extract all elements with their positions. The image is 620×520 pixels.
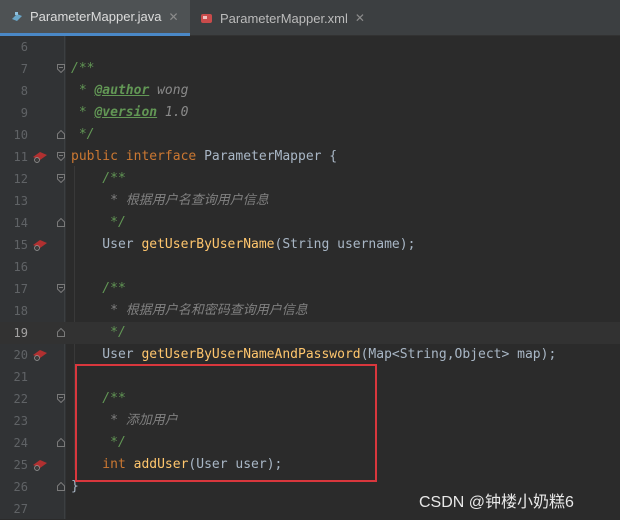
code-text: */ — [71, 215, 126, 230]
line-number: 7 — [20, 62, 28, 76]
line-number: 9 — [20, 106, 28, 120]
line-number: 11 — [13, 150, 28, 164]
code-text: */ — [71, 127, 95, 142]
annotation-highlight-box — [75, 364, 377, 482]
fold-icon[interactable] — [57, 174, 65, 183]
code-line[interactable]: 10 */ — [0, 124, 620, 146]
code-text: /** — [71, 281, 126, 296]
line-number: 14 — [13, 216, 28, 230]
code-line[interactable]: 20 User getUserByUserNameAndPassword(Map… — [0, 344, 620, 366]
code-line-current[interactable]: 19 */ — [0, 322, 620, 344]
code-line[interactable]: 7 /** — [0, 58, 620, 80]
mybatis-navigate-icon[interactable] — [32, 150, 48, 164]
line-number: 6 — [20, 40, 28, 54]
line-number: 25 — [13, 458, 28, 472]
fold-icon[interactable] — [57, 394, 65, 403]
code-line[interactable]: 17 /** — [0, 278, 620, 300]
code-text: * 根据用户名和密码查询用户信息 — [71, 303, 308, 318]
close-icon[interactable]: ✕ — [169, 10, 179, 24]
xml-mapper-icon — [201, 14, 212, 23]
fold-icon[interactable] — [57, 482, 65, 491]
mybatis-navigate-icon[interactable] — [32, 458, 48, 472]
code-line[interactable]: 12 /** — [0, 168, 620, 190]
code-line[interactable]: 9 * @version 1.0 — [0, 102, 620, 124]
code-text: public interface ParameterMapper { — [71, 149, 338, 164]
fold-icon[interactable] — [57, 218, 65, 227]
line-number: 27 — [13, 502, 28, 516]
line-number: 19 — [13, 326, 28, 340]
fold-icon[interactable] — [57, 152, 65, 161]
code-line[interactable]: 11 public interface ParameterMapper { — [0, 146, 620, 168]
code-text: * 根据用户名查询用户信息 — [71, 193, 269, 208]
code-line[interactable]: 13 * 根据用户名查询用户信息 — [0, 190, 620, 212]
watermark: CSDN @钟楼小奶糕6 — [419, 494, 574, 511]
fold-icon[interactable] — [57, 64, 65, 73]
mybatis-navigate-icon[interactable] — [32, 348, 48, 362]
fold-icon[interactable] — [57, 284, 65, 293]
code-text: */ — [71, 325, 126, 340]
line-number: 20 — [13, 348, 28, 362]
tab-label: ParameterMapper.xml — [220, 10, 348, 26]
code-text: User getUserByUserNameAndPassword(Map<St… — [71, 347, 557, 362]
line-number: 22 — [13, 392, 28, 406]
mybatis-navigate-icon[interactable] — [32, 238, 48, 252]
line-number: 12 — [13, 172, 28, 186]
code-line[interactable]: 14 */ — [0, 212, 620, 234]
tab-parametermapper-java[interactable]: ParameterMapper.java ✕ — [0, 0, 190, 36]
code-line[interactable]: 6 — [0, 36, 620, 58]
java-interface-icon — [12, 11, 22, 21]
code-line[interactable]: 16 — [0, 256, 620, 278]
code-line[interactable]: 15 User getUserByUserName(String usernam… — [0, 234, 620, 256]
line-number: 8 — [20, 84, 28, 98]
tab-label: ParameterMapper.java — [30, 9, 162, 24]
line-number: 23 — [13, 414, 28, 428]
line-number: 15 — [13, 238, 28, 252]
line-number: 21 — [13, 370, 28, 384]
fold-icon[interactable] — [57, 328, 65, 337]
code-text: /** — [71, 61, 95, 76]
line-number: 16 — [13, 260, 28, 274]
line-number: 24 — [13, 436, 28, 450]
code-text: * @version 1.0 — [71, 105, 189, 120]
line-number: 26 — [13, 480, 28, 494]
code-line[interactable]: 18 * 根据用户名和密码查询用户信息 — [0, 300, 620, 322]
editor-tab-bar: ParameterMapper.java ✕ ParameterMapper.x… — [0, 0, 620, 36]
fold-icon[interactable] — [57, 130, 65, 139]
line-number: 17 — [13, 282, 28, 296]
code-text: User getUserByUserName(String username); — [71, 237, 416, 252]
tab-parametermapper-xml[interactable]: ParameterMapper.xml ✕ — [190, 0, 370, 36]
close-icon[interactable]: ✕ — [355, 11, 365, 25]
code-text: /** — [71, 171, 126, 186]
line-number: 10 — [13, 128, 28, 142]
line-number: 18 — [13, 304, 28, 318]
line-number: 13 — [13, 194, 28, 208]
code-text: * @author wong — [71, 83, 189, 98]
code-line[interactable]: 8 * @author wong — [0, 80, 620, 102]
fold-icon[interactable] — [57, 438, 65, 447]
